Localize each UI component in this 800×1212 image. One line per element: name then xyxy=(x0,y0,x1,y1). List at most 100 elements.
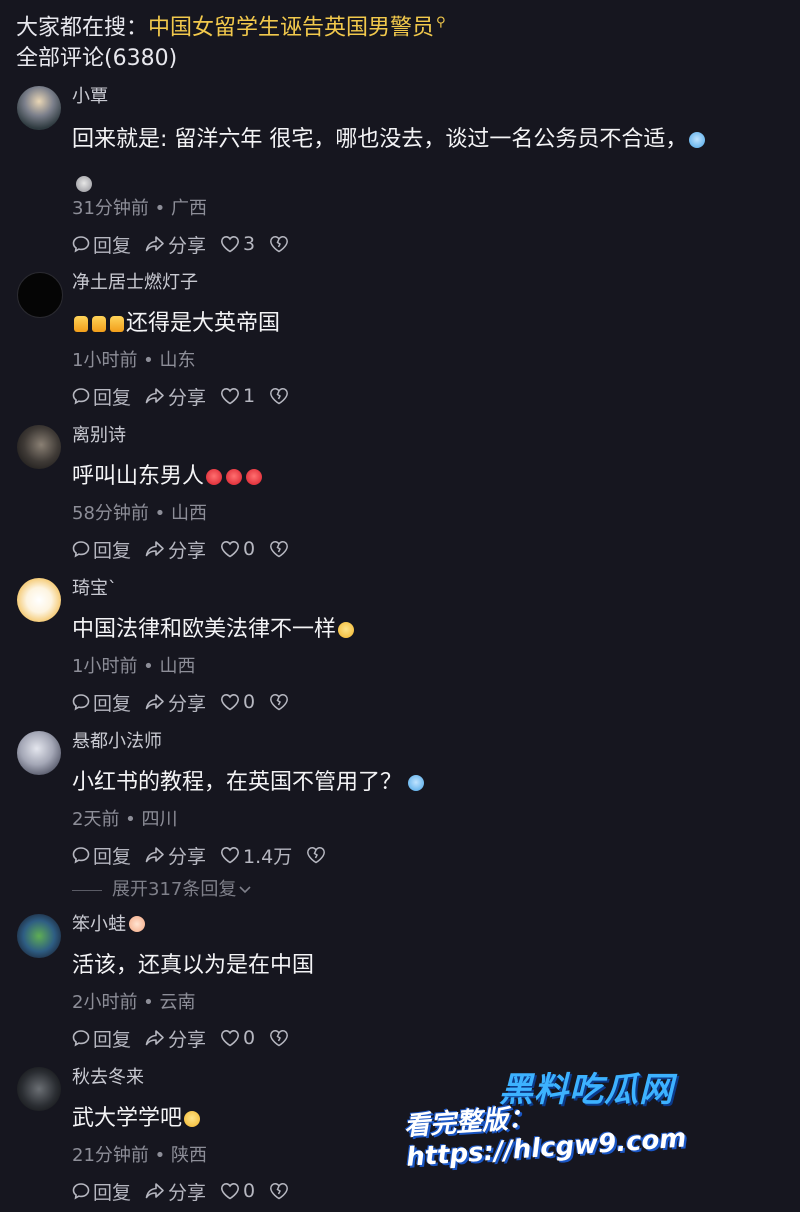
reply-icon xyxy=(72,1030,90,1047)
heart-icon xyxy=(221,846,240,864)
baby-face-icon xyxy=(129,916,145,932)
broken-heart-icon xyxy=(270,388,289,405)
like-button[interactable]: 3 xyxy=(220,233,255,255)
reply-label: 回复 xyxy=(93,845,132,868)
dislike-button[interactable] xyxy=(269,235,292,253)
comment-username[interactable]: 净土居士燃灯子 xyxy=(72,272,198,294)
share-label: 分享 xyxy=(168,234,207,257)
comment-username[interactable]: 琦宝` xyxy=(72,578,117,600)
avatar[interactable] xyxy=(17,425,61,469)
comment-text: 呼叫山东男人 xyxy=(72,455,772,499)
share-label: 分享 xyxy=(168,845,207,868)
reply-button[interactable]: 回复 xyxy=(72,842,131,869)
reply-button[interactable]: 回复 xyxy=(72,536,131,563)
reply-label: 回复 xyxy=(93,1028,132,1051)
share-icon xyxy=(145,388,164,404)
share-button[interactable]: 分享 xyxy=(145,1178,206,1205)
avatar[interactable] xyxy=(17,86,61,130)
like-button[interactable]: 0 xyxy=(220,691,255,713)
broken-heart-icon xyxy=(307,847,326,864)
dislike-button[interactable] xyxy=(269,540,292,558)
comment-username[interactable]: 离别诗 xyxy=(72,425,126,447)
search-icon[interactable]: ⚲ xyxy=(436,15,446,30)
reply-button[interactable]: 回复 xyxy=(72,1178,131,1205)
watermark-url: 看完整版：https://hlcgw9.com xyxy=(403,1102,688,1173)
comment-username[interactable]: 悬都小法师 xyxy=(72,731,162,753)
expand-replies-button[interactable]: 展开317条回复 xyxy=(72,878,252,902)
like-count: 0 xyxy=(243,691,256,713)
reply-icon xyxy=(72,388,90,405)
reply-label: 回复 xyxy=(93,539,132,562)
reply-button[interactable]: 回复 xyxy=(72,689,131,716)
reply-button[interactable]: 回复 xyxy=(72,231,131,258)
avatar[interactable] xyxy=(17,914,61,958)
share-button[interactable]: 分享 xyxy=(145,536,206,563)
share-button[interactable]: 分享 xyxy=(145,1025,206,1052)
share-icon xyxy=(145,541,164,557)
watermark: 黑料吃瓜网 看完整版：https://hlcgw9.com xyxy=(403,1062,795,1192)
share-icon xyxy=(145,1183,164,1199)
angry-face-icon xyxy=(226,469,243,485)
broken-heart-icon xyxy=(270,1183,289,1200)
expand-divider xyxy=(72,889,102,891)
share-label: 分享 xyxy=(168,692,207,715)
comment-actions: 回复 分享 0 xyxy=(72,689,306,716)
thumbs-up-icon xyxy=(110,316,124,332)
like-button[interactable]: 1.4万 xyxy=(220,842,292,869)
comment-meta: 1小时前 • 山东 xyxy=(72,350,196,371)
reply-label: 回复 xyxy=(93,692,132,715)
heart-icon xyxy=(221,1182,240,1200)
comment-username[interactable]: 小覃 xyxy=(72,86,108,108)
comment-actions: 回复 分享 0 xyxy=(72,1178,306,1205)
avatar[interactable] xyxy=(17,1067,61,1111)
share-button[interactable]: 分享 xyxy=(145,231,206,258)
dislike-button[interactable] xyxy=(269,1029,292,1047)
comment-count: 全部评论(6380) xyxy=(16,46,178,71)
like-button[interactable]: 0 xyxy=(220,1180,255,1202)
reply-button[interactable]: 回复 xyxy=(72,1025,131,1052)
like-button[interactable]: 0 xyxy=(220,1027,255,1049)
share-icon xyxy=(145,1030,164,1046)
comment-actions: 回复 分享 0 xyxy=(72,1025,306,1052)
comment-username[interactable]: 笨小蛙 xyxy=(72,914,147,936)
reply-label: 回复 xyxy=(93,386,132,409)
comment-meta: 21分钟前 • 陕西 xyxy=(72,1145,207,1166)
avatar[interactable] xyxy=(17,578,61,622)
share-label: 分享 xyxy=(168,1028,207,1051)
comment-username[interactable]: 秋去冬来 xyxy=(72,1067,144,1089)
emoji-icon xyxy=(689,132,706,148)
avatar[interactable] xyxy=(17,272,63,318)
avatar[interactable] xyxy=(17,731,61,775)
angry-face-icon xyxy=(246,469,263,485)
thumbs-up-icon xyxy=(74,316,88,332)
share-label: 分享 xyxy=(168,1181,207,1204)
like-count: 0 xyxy=(243,1027,256,1049)
chevron-down-icon xyxy=(239,886,251,894)
grimacing-face-icon xyxy=(338,622,355,638)
share-label: 分享 xyxy=(168,386,207,409)
like-button[interactable]: 0 xyxy=(220,538,255,560)
share-icon xyxy=(145,847,164,863)
comment-actions: 回复 分享 1 xyxy=(72,383,306,410)
reply-icon xyxy=(72,236,90,253)
share-button[interactable]: 分享 xyxy=(145,842,206,869)
dislike-button[interactable] xyxy=(269,693,292,711)
search-suggestion[interactable]: 大家都在搜：中国女留学生诬告英国男警员 ⚲ xyxy=(16,6,446,45)
comment-text-content: 中国法律和欧美法律不一样 xyxy=(72,617,337,642)
reply-button[interactable]: 回复 xyxy=(72,383,131,410)
reply-label: 回复 xyxy=(93,234,132,257)
dislike-button[interactable] xyxy=(269,387,292,405)
reply-icon xyxy=(72,694,90,711)
like-count: 0 xyxy=(243,538,256,560)
share-icon xyxy=(145,236,164,252)
share-button[interactable]: 分享 xyxy=(145,689,206,716)
reply-label: 回复 xyxy=(93,1181,132,1204)
search-term-link[interactable]: 中国女留学生诬告英国男警员 xyxy=(148,15,434,40)
comment-text: 中国法律和欧美法律不一样 xyxy=(72,608,772,652)
broken-heart-icon xyxy=(270,541,289,558)
share-button[interactable]: 分享 xyxy=(145,383,206,410)
comment-text: 活该，还真以为是在中国 xyxy=(72,944,772,988)
dislike-button[interactable] xyxy=(306,846,329,864)
dislike-button[interactable] xyxy=(269,1182,292,1200)
like-button[interactable]: 1 xyxy=(220,385,255,407)
